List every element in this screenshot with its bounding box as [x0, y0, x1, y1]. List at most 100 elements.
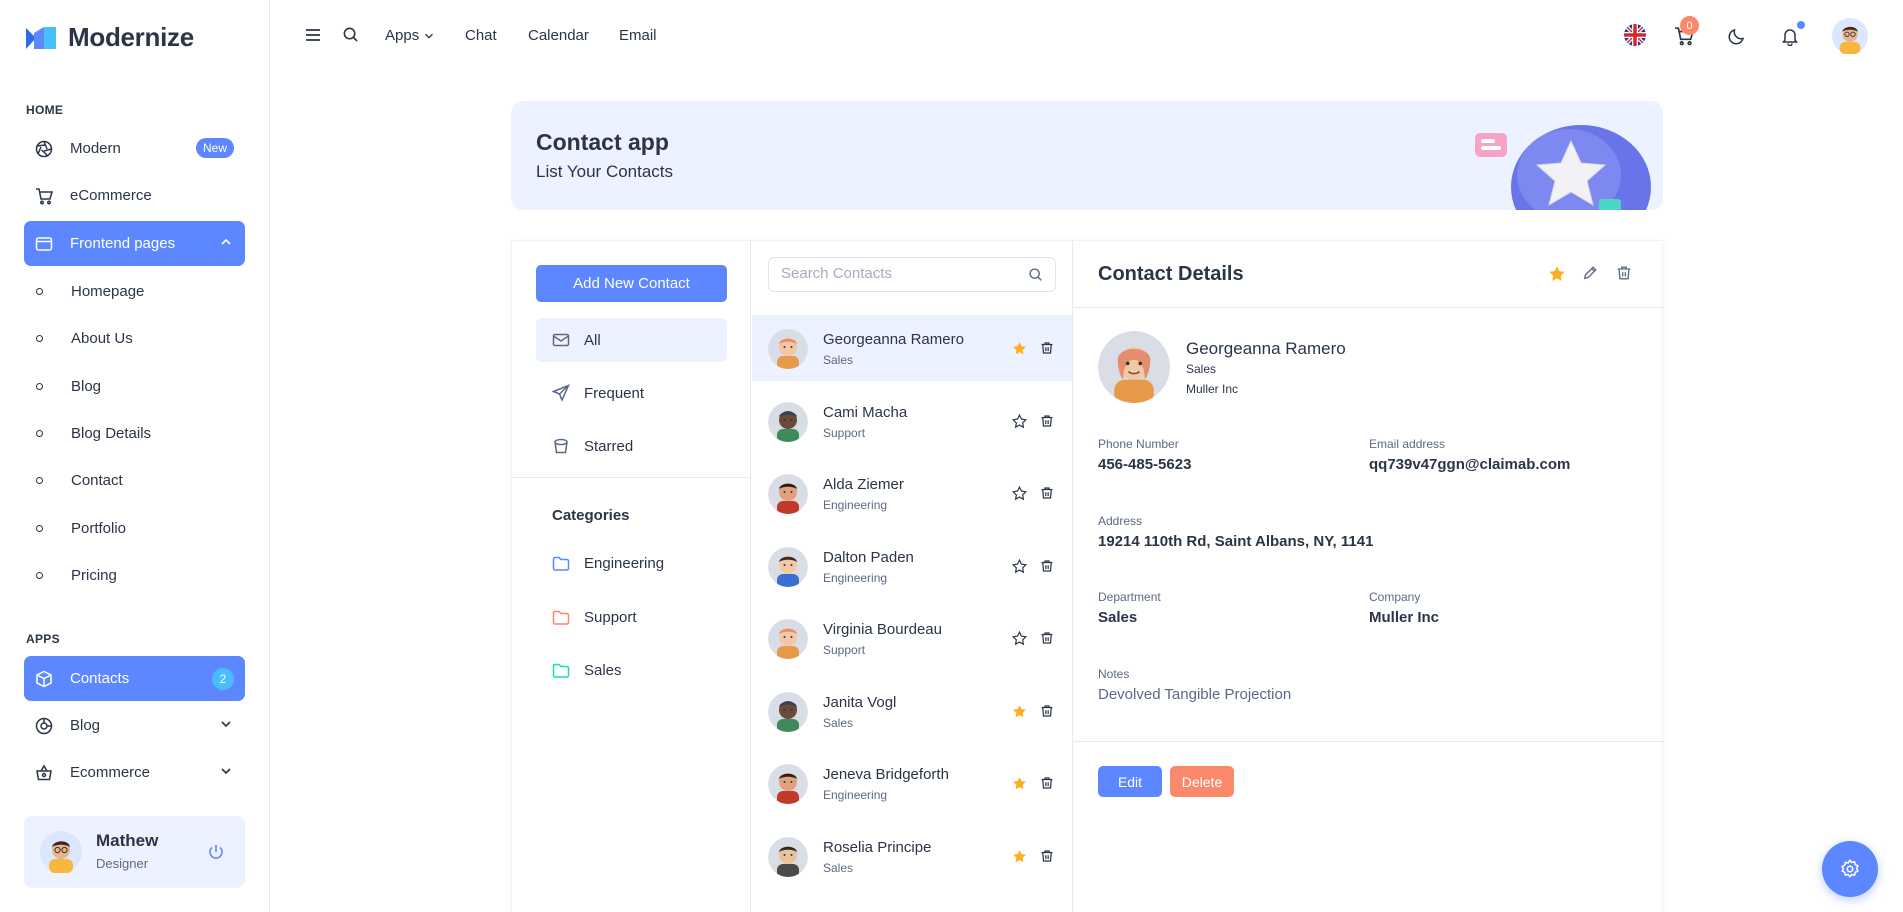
- sidebar-item-frontend-pages[interactable]: Frontend pages: [24, 221, 245, 266]
- cart-count-badge: 0: [1680, 16, 1699, 35]
- delete-button[interactable]: Delete: [1170, 766, 1234, 797]
- sidebar-item-ecommerce[interactable]: eCommerce: [24, 173, 245, 218]
- box-icon: [34, 669, 54, 689]
- contact-list-panel: Georgeanna Ramero Sales Cami Macha Support A…: [752, 241, 1073, 912]
- trash-icon[interactable]: [1616, 265, 1632, 281]
- sidebar-subitem-blog[interactable]: Blog: [24, 366, 245, 406]
- sidebar-item-label: Ecommerce: [70, 764, 151, 781]
- trash-icon[interactable]: [1040, 631, 1054, 645]
- contact-dept: Sales: [1186, 362, 1217, 376]
- trash-icon[interactable]: [1040, 849, 1054, 863]
- contact-details-heading: Contact Details: [1098, 263, 1244, 285]
- star-icon[interactable]: [1012, 486, 1027, 501]
- sidebar-subitem-homepage[interactable]: Homepage: [24, 271, 245, 311]
- trash-icon[interactable]: [1040, 704, 1054, 718]
- star-icon[interactable]: [1012, 631, 1027, 646]
- nav-email[interactable]: Email: [619, 27, 657, 44]
- contact-name: Virginia Bourdeau: [823, 621, 942, 638]
- brand-logo[interactable]: Modernize: [24, 22, 194, 53]
- filter-starred[interactable]: Starred: [536, 424, 727, 468]
- filter-label: All: [584, 331, 601, 349]
- star-icon[interactable]: [1012, 849, 1027, 864]
- star-icon[interactable]: [1012, 413, 1027, 429]
- settings-fab[interactable]: [1822, 841, 1878, 897]
- contact-company: Muller Inc: [1186, 382, 1239, 396]
- sidebar-item-contacts[interactable]: Contacts 2: [24, 656, 245, 701]
- star-icon[interactable]: [1012, 341, 1027, 356]
- trash-icon[interactable]: [1040, 414, 1054, 428]
- star-icon[interactable]: [1012, 558, 1027, 574]
- contact-name: Jeneva Bridgeforth: [823, 766, 949, 783]
- trash-icon[interactable]: [1040, 486, 1054, 500]
- star-icon[interactable]: [1012, 704, 1027, 719]
- add-new-contact-button[interactable]: Add New Contact: [536, 265, 727, 302]
- trash-icon[interactable]: [1040, 559, 1054, 573]
- contact-list-item[interactable]: Cami Macha Support: [752, 388, 1072, 454]
- category-label: Sales: [584, 662, 622, 679]
- contact-list-item[interactable]: Roselia Principe Sales: [752, 823, 1072, 889]
- contact-dept: Engineering: [823, 570, 888, 585]
- nav-calendar[interactable]: Calendar: [528, 27, 589, 44]
- contact-list-item[interactable]: Dalton Paden Engineering: [752, 533, 1072, 599]
- sidebar-subitem-contact[interactable]: Contact: [24, 460, 245, 500]
- sidebar-item-ecommerce-app[interactable]: Ecommerce: [24, 750, 245, 795]
- star-icon[interactable]: [1012, 776, 1027, 791]
- divider: [1074, 741, 1664, 742]
- nav-apps-dropdown[interactable]: Apps: [385, 27, 435, 44]
- sidebar-subitem-portfolio[interactable]: Portfolio: [24, 508, 245, 548]
- star-illustration-icon: [1475, 125, 1651, 210]
- chart-donut-icon: [34, 716, 54, 736]
- mail-icon: [552, 331, 570, 349]
- sidebar-item-modern[interactable]: Modern New: [24, 126, 245, 171]
- sidebar-item-blog[interactable]: Blog: [24, 703, 245, 748]
- contact-list-item[interactable]: Georgeanna Ramero Sales: [752, 315, 1072, 381]
- avatar[interactable]: [1832, 18, 1868, 54]
- edit-button[interactable]: Edit: [1098, 766, 1162, 797]
- bell-icon[interactable]: [1780, 26, 1800, 46]
- moon-icon[interactable]: [1727, 26, 1747, 46]
- contact-list-item[interactable]: Alda Ziemer Engineering: [752, 460, 1072, 526]
- avatar[interactable]: [40, 831, 82, 873]
- contact-app-card: Add New Contact All Frequent Starred Cat…: [511, 240, 1664, 912]
- company-label: Company: [1369, 590, 1421, 604]
- language-flag-icon[interactable]: [1624, 24, 1646, 46]
- nav-chat[interactable]: Chat: [465, 27, 497, 44]
- search-icon[interactable]: [1028, 267, 1043, 282]
- category-support[interactable]: Support: [552, 609, 637, 626]
- page-title: Contact app: [536, 129, 669, 155]
- sidebar-item-label: eCommerce: [70, 187, 152, 204]
- edit-icon[interactable]: [1582, 265, 1598, 281]
- contact-list-item[interactable]: Janita Vogl Sales: [752, 678, 1072, 744]
- sidebar-subitem-label: About Us: [71, 329, 133, 347]
- phone-value: 456-485-5623: [1098, 456, 1192, 473]
- search-contacts-input[interactable]: [781, 265, 1021, 282]
- trash-icon[interactable]: [1040, 341, 1054, 355]
- trash-icon[interactable]: [1040, 776, 1054, 790]
- phone-label: Phone Number: [1098, 437, 1179, 451]
- menu-icon[interactable]: [304, 26, 322, 44]
- category-sales[interactable]: Sales: [552, 662, 622, 679]
- contact-name: Roselia Principe: [823, 838, 932, 856]
- user-role: Designer: [96, 856, 149, 871]
- category-label: Engineering: [584, 555, 665, 572]
- bullet-icon: [36, 287, 43, 295]
- search-icon[interactable]: [342, 26, 359, 43]
- sidebar-subitem-about-us[interactable]: About Us: [24, 318, 245, 358]
- contact-list-item[interactable]: Virginia Bourdeau Support: [752, 605, 1072, 671]
- nav-caption-apps: APPS: [26, 632, 60, 646]
- notes-value: Devolved Tangible Projection: [1098, 686, 1292, 703]
- contact-name: Georgeanna Ramero: [823, 331, 964, 348]
- contact-dept: Support: [823, 643, 866, 657]
- contact-name: Cami Macha: [823, 403, 908, 421]
- filter-frequent[interactable]: Frequent: [536, 371, 727, 415]
- filter-all[interactable]: All: [536, 318, 727, 362]
- category-engineering[interactable]: Engineering: [552, 555, 664, 572]
- power-icon[interactable]: [207, 843, 225, 861]
- sidebar-subitem-pricing[interactable]: Pricing: [24, 555, 245, 595]
- sidebar-subitem-blog-details[interactable]: Blog Details: [24, 413, 245, 453]
- chevron-down-icon: [425, 33, 434, 39]
- contact-list-item[interactable]: Jeneva Bridgeforth Engineering: [752, 750, 1072, 816]
- address-value: 19214 110th Rd, Saint Albans, NY, 1141: [1098, 533, 1374, 550]
- folder-icon: [552, 556, 570, 572]
- star-icon[interactable]: [1548, 265, 1566, 283]
